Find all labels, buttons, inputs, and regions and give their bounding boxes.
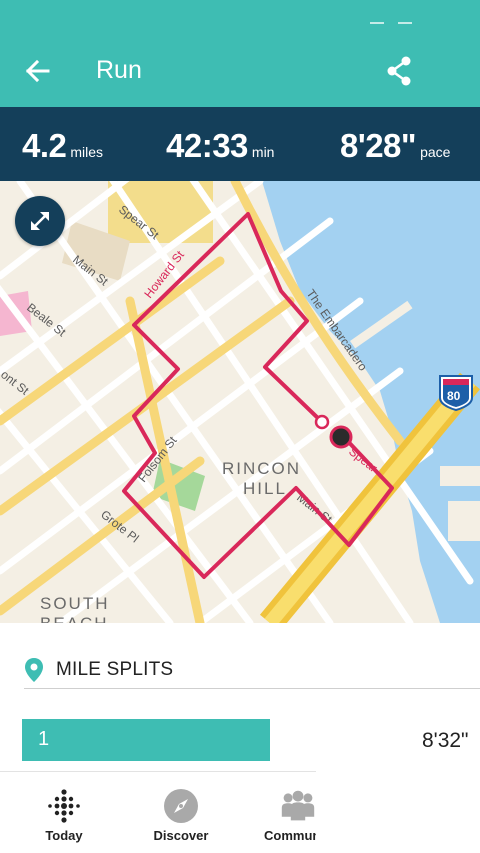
community-icon (281, 790, 315, 821)
location-pin-icon (25, 658, 43, 682)
duration-stat: 42:33 min (166, 127, 274, 165)
nav-discover[interactable]: Discover (133, 772, 229, 853)
split-row[interactable]: 1 8'32" (22, 719, 480, 763)
mile-splits-header: MILE SPLITS (24, 655, 480, 689)
duration-unit: min (251, 144, 275, 160)
back-button[interactable] (18, 52, 56, 90)
split-pace-value: 8'32" (422, 729, 469, 752)
distance-value: 4.2 (22, 127, 67, 164)
label-fremont-st: ont St (0, 367, 32, 398)
label-south: SOUTH (40, 594, 110, 613)
label-hill: HILL (243, 479, 287, 498)
pace-value: 8'28" (340, 127, 417, 164)
distance-unit: miles (70, 144, 104, 160)
nav-today-label: Today (45, 828, 83, 843)
mile-splits-label: MILE SPLITS (56, 659, 174, 680)
stats-bar: 4.2 miles 42:33 min 8'28" pace (0, 107, 480, 181)
label-i80: 80 (447, 389, 461, 403)
page-title: Run (96, 56, 142, 84)
split-mile-number: 1 (38, 728, 50, 750)
route-map[interactable]: Spear St Howard St Main St Beale St ont … (0, 181, 480, 623)
duration-value: 42:33 (166, 127, 248, 164)
pace-stat: 8'28" pace (340, 127, 450, 165)
expand-map-button[interactable] (15, 196, 65, 246)
compass-icon (164, 789, 198, 823)
nav-discover-label: Discover (153, 828, 209, 843)
route-start-marker (314, 414, 330, 430)
route-end-marker (329, 425, 353, 449)
dots-grid-icon (48, 789, 80, 823)
status-indicator (370, 22, 414, 26)
nav-blank-area (316, 771, 480, 853)
arrow-left-icon (25, 59, 50, 83)
split-pace-bar (22, 719, 270, 761)
nav-today[interactable]: Today (16, 772, 112, 853)
pace-unit: pace (420, 144, 451, 160)
app-bar: Run (0, 0, 480, 107)
expand-arrows-icon (31, 212, 49, 230)
label-beach: BEACH (40, 614, 109, 623)
distance-stat: 4.2 miles (22, 127, 103, 165)
map-canvas: Spear St Howard St Main St Beale St ont … (0, 181, 480, 623)
share-button[interactable] (380, 52, 418, 90)
share-icon (387, 56, 411, 86)
label-rincon: RINCON (222, 459, 301, 478)
